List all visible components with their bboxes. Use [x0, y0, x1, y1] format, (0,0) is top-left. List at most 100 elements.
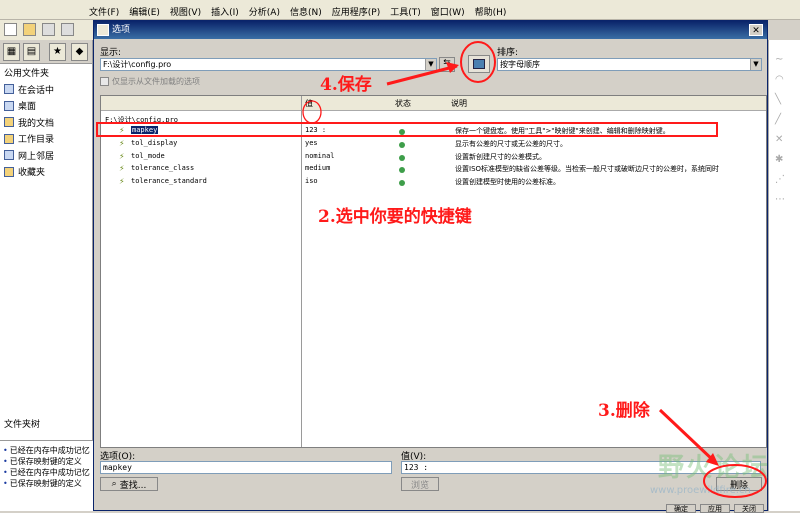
menubar: 文件(F) 编辑(E) 视图(V) 插入(I) 分析(A) 信息(N) 应用程序…: [0, 0, 800, 20]
ok-button[interactable]: 确定: [666, 504, 696, 513]
session-icon: [4, 84, 14, 95]
find-button[interactable]: ⌕ 查找...: [100, 477, 158, 491]
spline-tool-icon[interactable]: ∼: [775, 54, 793, 65]
option-icon: ⚡: [119, 139, 125, 148]
right-toolbar: ∼ ◠ ╲ ╱ ✕ ✱ ⋰ ⋯: [768, 40, 800, 511]
message-line: 已经在内存中成功记忆: [0, 445, 93, 456]
datum-tool-icon[interactable]: ⋯: [775, 194, 793, 205]
sort-combo[interactable]: 按字母顺序 ▼: [497, 58, 762, 71]
option-description: 设置新创建尺寸的公差模式。: [455, 153, 546, 161]
menu-info[interactable]: 信息(N): [285, 5, 327, 18]
open-config-button[interactable]: ⇆: [439, 57, 455, 72]
close-button[interactable]: 关闭: [734, 504, 764, 513]
working-directory-icon: [4, 133, 14, 144]
menu-window[interactable]: 窗口(W): [426, 5, 470, 18]
forum-watermark: 野火论坛: [658, 453, 771, 483]
menu-edit[interactable]: 编辑(E): [124, 5, 165, 18]
status-ok-icon: [399, 142, 405, 148]
axis-tool-icon[interactable]: ╱: [775, 114, 793, 125]
favorites-tab-icon[interactable]: ★: [49, 43, 66, 61]
save-config-button[interactable]: [468, 55, 490, 73]
menu-insert[interactable]: 插入(I): [206, 5, 244, 18]
nav-item-in-session[interactable]: 在会话中: [0, 81, 92, 98]
save-disk-icon: [473, 59, 485, 69]
menu-file[interactable]: 文件(F): [84, 5, 124, 18]
connections-tab-icon[interactable]: ◆: [71, 43, 88, 61]
option-value: yes: [305, 139, 318, 147]
message-line: 已保存映射键的定义: [0, 456, 93, 467]
column-description[interactable]: 说明: [451, 98, 467, 109]
status-ok-icon: [399, 129, 405, 135]
option-value: nominal: [305, 152, 335, 160]
plane-tool-icon[interactable]: ⋰: [775, 174, 793, 185]
search-icon: ⌕: [111, 479, 117, 489]
dialog-icon: [97, 24, 109, 36]
table-row[interactable]: ⚡ mapkey 123 : 保存一个键盘宏。使用"工具">"映射键"来创建、编…: [101, 126, 766, 139]
nav-item-my-documents[interactable]: 我的文档: [0, 114, 92, 131]
table-row[interactable]: ⚡ tolerance_class medium 设置ISO标准模型的缺省公差等…: [101, 164, 766, 177]
navigator-panel: ▦ ▤ ★ ◆ 公用文件夹 在会话中 桌面 我的文档 工作目录 网上邻居 收藏夹…: [0, 40, 93, 511]
option-description: 显示有公差的尺寸或无公差的尺寸。: [455, 140, 567, 148]
nav-item-network[interactable]: 网上邻居: [0, 147, 92, 164]
option-input[interactable]: mapkey: [100, 461, 392, 474]
table-row[interactable]: ⚡ tol_mode nominal 设置新创建尺寸的公差模式。: [101, 152, 766, 165]
menu-list: 文件(F) 编辑(E) 视图(V) 插入(I) 分析(A) 信息(N) 应用程序…: [84, 5, 511, 18]
forum-watermark-url: www.proewildfire.cn: [650, 485, 751, 496]
file-tree-label: 文件夹树: [4, 420, 41, 430]
navigator-tabs: ▦ ▤ ★ ◆: [0, 40, 92, 64]
documents-folder-icon: [4, 117, 14, 128]
show-combo[interactable]: F:\设计\config.pro ▼: [100, 58, 437, 71]
browse-button[interactable]: 浏览: [401, 477, 439, 491]
nav-item-favorites[interactable]: 收藏夹: [0, 164, 92, 181]
chevron-down-icon[interactable]: ▼: [750, 59, 761, 70]
loaded-only-checkbox[interactable]: [100, 77, 109, 86]
annotation-select: 2.选中你要的快捷键: [318, 207, 472, 227]
option-description: 设置创建模型时使用的公差标准。: [455, 178, 560, 186]
print-icon[interactable]: [61, 23, 74, 36]
dialog-titlebar: 选项 ✕: [94, 21, 767, 39]
nav-item-working-directory[interactable]: 工作目录: [0, 131, 92, 148]
status-ok-icon: [399, 167, 405, 173]
save-icon[interactable]: [42, 23, 55, 36]
chevron-down-icon[interactable]: ▼: [425, 59, 436, 70]
option-icon: ⚡: [119, 164, 125, 173]
csys-tool-icon[interactable]: ✱: [775, 154, 793, 165]
option-description: 设置ISO标准模型的缺省公差等级。当检索一般尺寸或破断边尺寸的公差时，系统同时: [455, 165, 720, 173]
option-value: medium: [305, 164, 331, 172]
menu-help[interactable]: 帮助(H): [470, 5, 512, 18]
message-area: 已经在内存中成功记忆 已保存映射键的定义 已经在内存中成功记忆 已保存映射键的定…: [0, 440, 93, 511]
common-folders-header: 公用文件夹: [0, 64, 92, 81]
curve-tool-icon[interactable]: ◠: [775, 74, 793, 85]
option-value: iso: [305, 177, 318, 185]
sort-label: 排序:: [497, 48, 519, 58]
config-path: F:\设计\config.pro: [105, 116, 179, 124]
status-ok-icon: [399, 155, 405, 161]
option-value: 123 :: [305, 126, 327, 134]
apply-button[interactable]: 应用: [700, 504, 730, 513]
column-value[interactable]: 值: [305, 98, 313, 109]
network-icon: [4, 150, 14, 161]
option-name: tolerance_standard: [131, 177, 207, 185]
table-row[interactable]: ⚡ tol_display yes 显示有公差的尺寸或无公差的尺寸。: [101, 139, 766, 152]
menu-view[interactable]: 视图(V): [165, 5, 206, 18]
menu-applications[interactable]: 应用程序(P): [327, 5, 385, 18]
model-tree-tab-icon[interactable]: ▦: [3, 43, 20, 61]
close-icon[interactable]: ✕: [749, 24, 763, 36]
open-folder-icon[interactable]: [23, 23, 36, 36]
option-icon: ⚡: [119, 126, 125, 135]
message-line: 已经在内存中成功记忆: [0, 467, 93, 478]
point-tool-icon[interactable]: ✕: [775, 134, 793, 145]
menu-analysis[interactable]: 分析(A): [244, 5, 285, 18]
option-name: mapkey: [131, 126, 159, 134]
options-table: 值 状态 说明 F:\设计\config.pro ⚡ mapkey 123 : …: [100, 95, 767, 448]
dialog-title: 选项: [112, 25, 131, 35]
column-status[interactable]: 状态: [395, 98, 411, 109]
nav-item-desktop[interactable]: 桌面: [0, 98, 92, 115]
line-tool-icon[interactable]: ╲: [775, 94, 793, 105]
table-row[interactable]: ⚡ tolerance_standard iso 设置创建模型时使用的公差标准。: [101, 177, 766, 190]
folder-browser-tab-icon[interactable]: ▤: [23, 43, 40, 61]
new-file-icon[interactable]: [4, 23, 17, 36]
loaded-only-checkbox-row[interactable]: 仅显示从文件加载的选项: [100, 76, 200, 87]
option-name: tol_display: [131, 139, 178, 147]
menu-tools[interactable]: 工具(T): [385, 5, 426, 18]
